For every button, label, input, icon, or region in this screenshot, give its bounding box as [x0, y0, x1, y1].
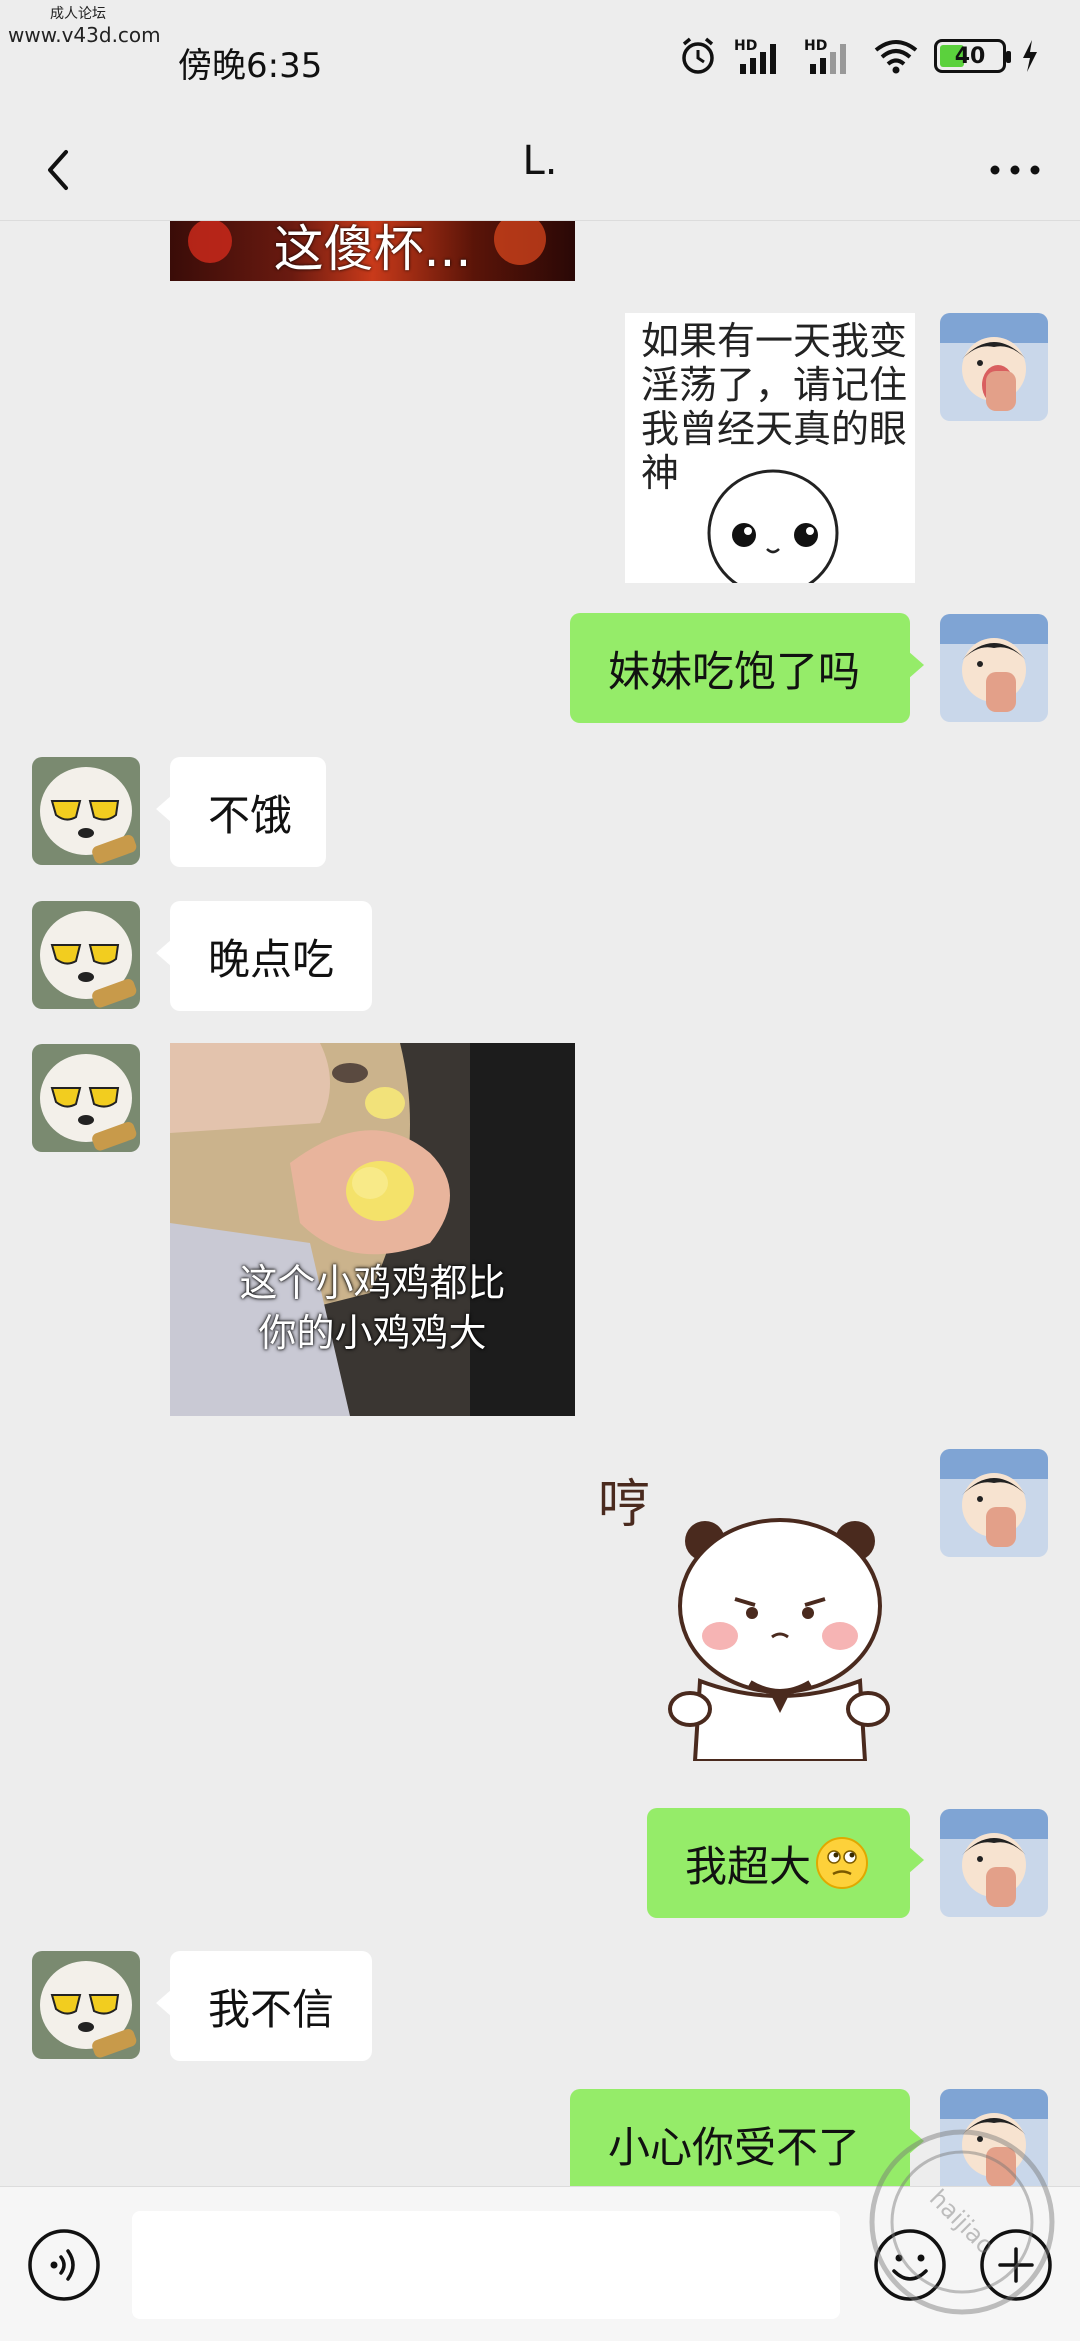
message-input[interactable]	[132, 2211, 840, 2319]
my-avatar[interactable]	[940, 313, 1048, 421]
contact-avatar[interactable]	[32, 901, 140, 1009]
plus-icon[interactable]	[978, 2227, 1054, 2303]
received-photo[interactable]: 这个小鸡鸡都比 你的小鸡鸡大	[170, 1043, 575, 1416]
message-text: 妹妹吃饱了吗	[608, 646, 861, 696]
status-bar: 傍晚6:35 HD HD 40	[0, 0, 1080, 120]
received-message[interactable]: 不饿	[156, 757, 326, 867]
signal-hd-label-2: HD	[804, 38, 827, 54]
alarm-icon	[682, 37, 714, 74]
chat-title: L.	[522, 138, 558, 184]
my-avatar[interactable]	[940, 614, 1048, 722]
contact-avatar[interactable]	[32, 757, 140, 865]
thinking-emoji-icon	[816, 1837, 869, 1889]
sent-sticker-innocent[interactable]: 如果有一天我变 淫荡了，请记住 我曾经天真的眼 神	[625, 313, 915, 583]
message-text: 不饿	[208, 790, 293, 840]
contact-avatar[interactable]	[32, 1044, 140, 1152]
received-message[interactable]: 我不信	[156, 1951, 372, 2061]
chat-header: L.	[0, 120, 1080, 221]
sticker-face	[707, 469, 839, 583]
status-time: 傍晚6:35	[178, 46, 323, 86]
emoji-icon[interactable]	[872, 2227, 948, 2303]
received-message[interactable]: 晚点吃	[156, 901, 372, 1011]
voice-icon[interactable]	[26, 2227, 102, 2303]
signal-hd-icon-2: HD	[804, 38, 846, 74]
panda-illustration	[668, 1518, 890, 1761]
input-bar	[0, 2186, 1080, 2341]
sent-message[interactable]: 我超大	[647, 1808, 924, 1918]
sent-sticker-panda[interactable]: 哼	[590, 1461, 910, 1761]
received-sticker-partial[interactable]: 这傻杯...	[170, 221, 575, 281]
battery-icon: 40	[934, 39, 1011, 73]
my-avatar[interactable]	[940, 2089, 1048, 2186]
photo-caption: 这个小鸡鸡都比 你的小鸡鸡大	[239, 1261, 506, 1355]
more-icon[interactable]	[980, 140, 1050, 200]
signal-hd-label: HD	[734, 38, 757, 54]
sticker-caption: 这傻杯...	[273, 221, 472, 278]
sent-message[interactable]: 妹妹吃饱了吗	[570, 613, 924, 723]
charging-icon	[1023, 40, 1037, 72]
my-avatar[interactable]	[940, 1809, 1048, 1917]
battery-percent: 40	[954, 43, 986, 69]
wifi-icon	[874, 40, 918, 74]
message-text: 我超大	[685, 1841, 812, 1891]
message-text: 小心你受不了	[608, 2122, 861, 2172]
message-text: 晚点吃	[208, 934, 335, 984]
sent-message[interactable]: 小心你受不了	[570, 2089, 924, 2186]
signal-hd-icon: HD	[734, 38, 776, 74]
status-icons: HD HD 40	[678, 36, 1040, 76]
message-list[interactable]: 这傻杯... 如果有一天我变 淫荡了，请记住 我曾经天真的眼 神 妹妹吃饱了吗 …	[0, 221, 1080, 2186]
photo-image	[170, 1043, 575, 1416]
my-avatar[interactable]	[940, 1449, 1048, 1557]
message-text: 我不信	[208, 1984, 335, 2034]
contact-avatar[interactable]	[32, 1951, 140, 2059]
